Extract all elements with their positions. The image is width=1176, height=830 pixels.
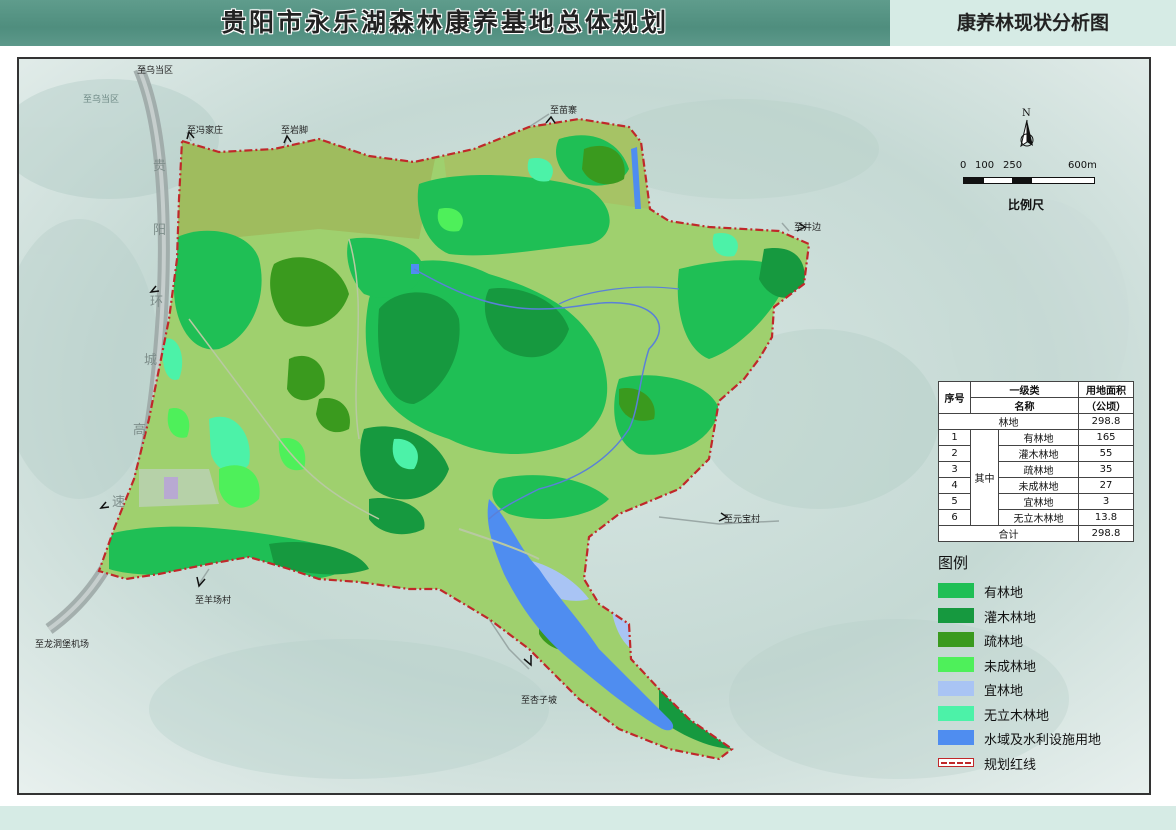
table-forest-label: 林地 [938,413,1079,430]
table-row: 1 其中 有林地 165 [938,429,1134,526]
table-header-area: 用地面积 [1078,381,1134,398]
page-title: 贵阳市永乐湖森林康养基地总体规划 [220,8,669,37]
table-cell: 165 [1078,429,1134,446]
legend-label: 疏林地 [984,635,1024,650]
highway-char: 高 [133,423,147,438]
legend-label: 水域及水利设施用地 [984,733,1102,748]
legend-item: 有林地 [938,579,1138,604]
table-cell: 35 [1078,461,1134,478]
table-cell: 3 [938,461,971,478]
legend-label: 未成林地 [984,659,1037,675]
legend-swatch [938,705,974,721]
destination-label: 至乌当区 [137,66,174,76]
legend-item: 灌木林地 [938,604,1138,629]
legend-label: 无立木林地 [984,708,1050,724]
legend-swatch [938,583,974,598]
title-bar: 贵阳市永乐湖森林康养基地总体规划 康养林现状分析图 [0,0,1176,46]
table-row: 5 宜林地 3 [938,493,1134,510]
table-cell: 未成林地 [998,477,1079,494]
legend-item: 宜林地 [938,677,1138,702]
table-row: 3 疏林地 35 [938,461,1134,478]
legend-title: 图例 [938,554,969,572]
faded-destination-label: 至乌当区 [83,95,120,105]
table-cell: 4 [938,477,971,494]
scale-bar: 0 100 250 600m 比例尺 [958,160,1098,220]
map-subtitle: 康养林现状分析图 [890,0,1176,46]
north-arrow-icon [1020,119,1034,148]
scale-tick: 100 [975,160,995,171]
highway-char: 贵 [153,159,167,174]
table-cell: 有林地 [998,429,1079,446]
scale-graphic [963,177,1095,184]
legend-swatch [938,730,974,745]
legend-label: 规划红线 [984,757,1037,773]
table-cell: 5 [938,493,971,510]
destination-label: 至苗寨 [550,106,578,116]
table-cell: 灌木林地 [998,445,1079,462]
table-row: 6 无立木林地 13.8 [938,509,1134,526]
legend-swatch [938,681,974,696]
destination-label: 至杏子坡 [521,696,558,706]
table-forest-total: 298.8 [1078,413,1134,430]
highway-char: 速 [112,495,126,510]
legend: 图例 有林地 灌木林地 疏林地 未成林地 宜林地 无立木林地 水域及水利设施用地… [938,552,1138,775]
destination-label: 至井边 [794,223,822,233]
legend-swatch-redline [938,757,974,767]
legend-item: 无立木林地 [938,702,1138,727]
table-header-name: 名称 [970,397,1079,414]
highway-char: 阳 [153,223,167,238]
destination-label: 至元宝村 [724,515,761,525]
landuse-table: 序号 一级类 用地面积 名称 （公顷） 林地 298.8 1 其中 有林地 16… [938,381,1134,542]
north-arrow: N [1013,108,1041,158]
table-cell: 宜林地 [998,493,1079,510]
destination-label: 至岩脚 [281,126,309,136]
title-band: 贵阳市永乐湖森林康养基地总体规划 [0,0,890,46]
table-cell: 2 [938,445,971,462]
table-total-label: 合计 [938,525,1079,542]
legend-item: 规划红线 [938,751,1138,776]
scale-tick: 250 [1003,160,1023,171]
table-cell: 3 [1078,493,1134,510]
table-group-label: 其中 [970,429,999,526]
highway-char: 城 [144,353,158,368]
legend-label: 灌木林地 [984,610,1037,626]
table-header-class: 一级类 [970,381,1079,398]
table-cell: 1 [938,429,971,446]
table-cell: 无立木林地 [998,509,1079,526]
table-cell: 6 [938,509,971,526]
table-row: 4 未成林地 27 [938,477,1134,494]
highway-char: 环 [150,295,164,310]
legend-label: 有林地 [984,586,1024,601]
table-row: 2 灌木林地 55 [938,445,1134,462]
table-cell: 13.8 [1078,509,1134,526]
table-cell: 27 [1078,477,1134,494]
legend-swatch [938,632,974,647]
legend-swatch [938,607,974,623]
destination-label: 至龙洞堡机场 [35,640,90,650]
scale-tick: 0 [960,160,967,171]
table-total-value: 298.8 [1078,525,1134,542]
legend-item: 疏林地 [938,628,1138,653]
table-cell: 疏林地 [998,461,1079,478]
destination-label: 至冯家庄 [187,126,224,136]
legend-swatch [938,656,974,672]
scale-title: 比例尺 [1008,198,1045,212]
table-header-unit: （公顷） [1078,397,1134,414]
footer-band [0,806,1176,830]
legend-label: 宜林地 [984,684,1024,699]
legend-item: 水域及水利设施用地 [938,726,1138,751]
legend-item: 未成林地 [938,653,1138,678]
table-cell: 55 [1078,445,1134,462]
table-header-no: 序号 [938,381,971,414]
destination-label: 至羊场村 [195,596,232,606]
scale-tick: 600m [1068,160,1097,171]
